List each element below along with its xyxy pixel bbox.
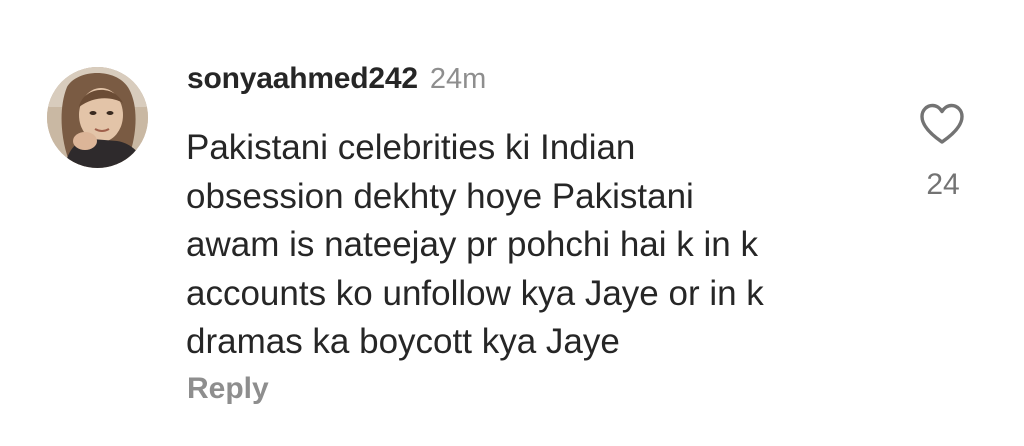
username[interactable]: sonyaahmed242 [187,62,418,96]
like-count: 24 [926,168,960,201]
heart-outline-icon [920,103,964,144]
comment-text: Pakistani celebrities ki Indian obsessio… [186,128,764,361]
comment-item: sonyaahmed242 24m Pakistani celebrities … [0,0,1024,446]
comment-header: sonyaahmed242 24m [187,62,486,102]
avatar[interactable] [47,67,148,168]
like-button[interactable] [918,102,970,148]
timestamp: 24m [429,63,487,95]
reply-button[interactable]: Reply [187,372,269,406]
avatar-photo [47,67,148,168]
